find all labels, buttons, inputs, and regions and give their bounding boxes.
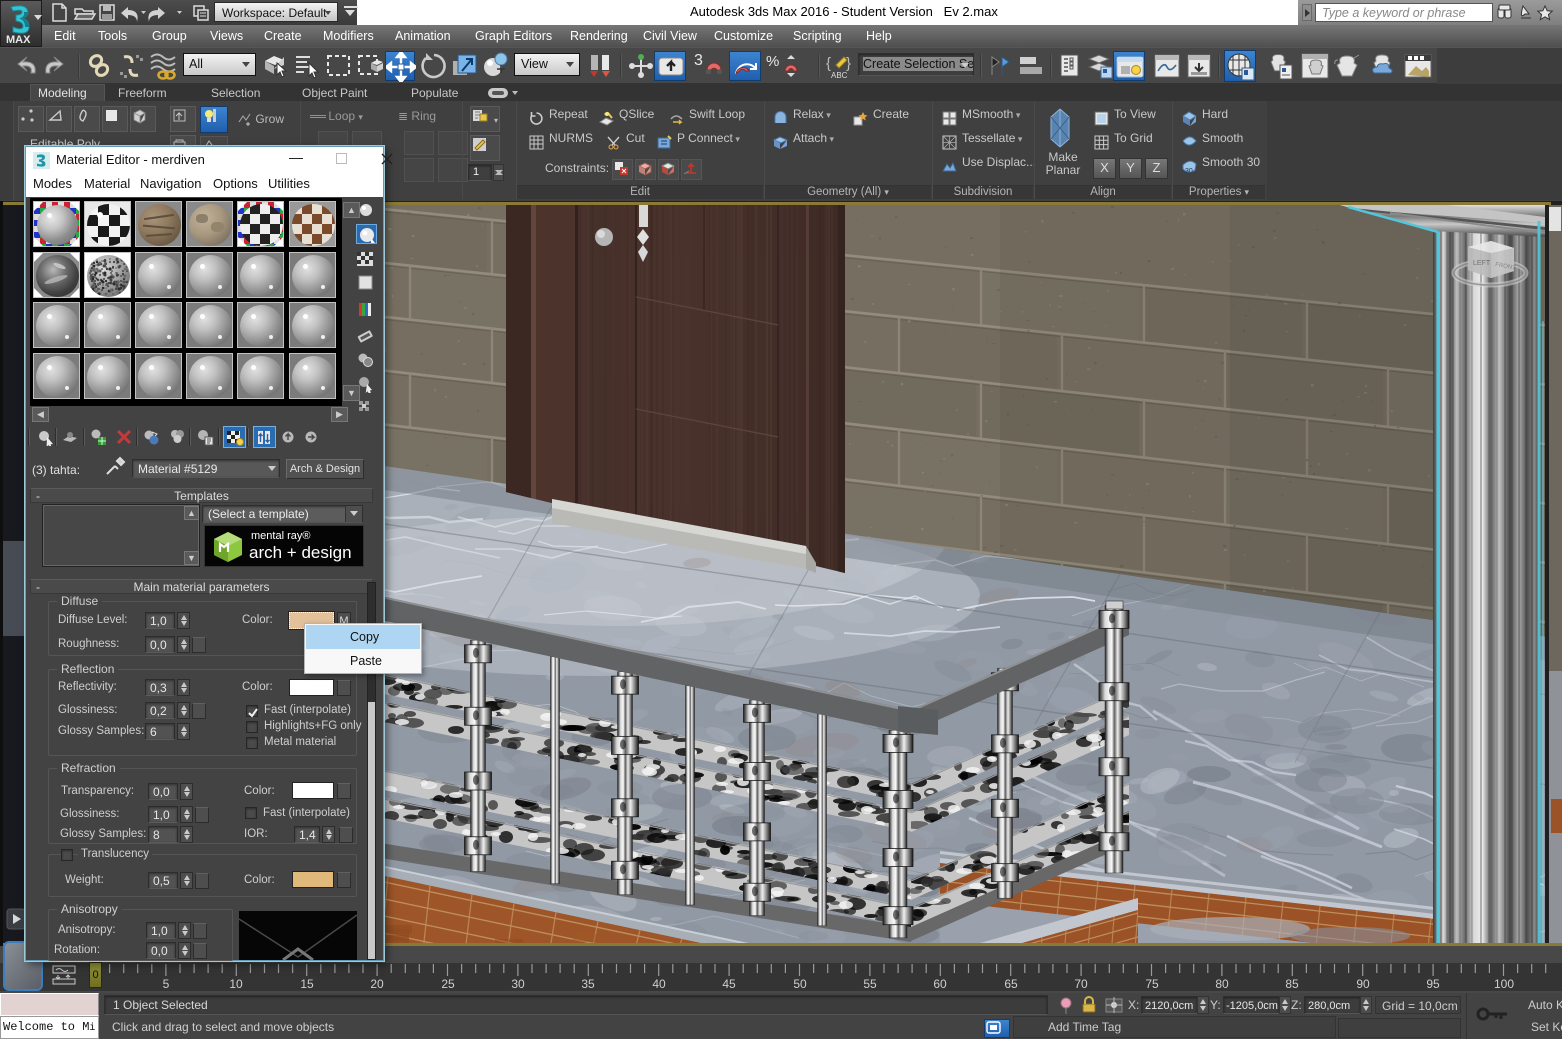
svg-text:25: 25 xyxy=(441,977,455,991)
svg-text:10: 10 xyxy=(229,977,243,991)
svg-text:30: 30 xyxy=(1185,168,1193,175)
svg-text:70: 70 xyxy=(1074,977,1088,991)
svg-text:55: 55 xyxy=(863,977,877,991)
svg-text:40: 40 xyxy=(652,977,666,991)
svg-text:30: 30 xyxy=(511,977,525,991)
svg-text:50: 50 xyxy=(793,977,807,991)
svg-text:LEFT: LEFT xyxy=(1473,260,1491,267)
svg-text:100: 100 xyxy=(1494,977,1514,991)
svg-text:20: 20 xyxy=(370,977,384,991)
svg-text:45: 45 xyxy=(722,977,736,991)
svg-text:60: 60 xyxy=(933,977,947,991)
svg-text:80: 80 xyxy=(1215,977,1229,991)
svg-text:35: 35 xyxy=(581,977,595,991)
svg-text:ABC: ABC xyxy=(831,71,848,80)
svg-text:85: 85 xyxy=(1285,977,1299,991)
svg-text:15: 15 xyxy=(300,977,314,991)
svg-text:65: 65 xyxy=(1004,977,1018,991)
svg-text:95: 95 xyxy=(1426,977,1440,991)
svg-text:75: 75 xyxy=(1145,977,1159,991)
svg-text:}: } xyxy=(846,55,851,72)
svg-text:90: 90 xyxy=(1356,977,1370,991)
svg-text:MAX: MAX xyxy=(6,34,31,46)
svg-text:5: 5 xyxy=(163,977,170,991)
svg-text:{: { xyxy=(826,55,831,72)
